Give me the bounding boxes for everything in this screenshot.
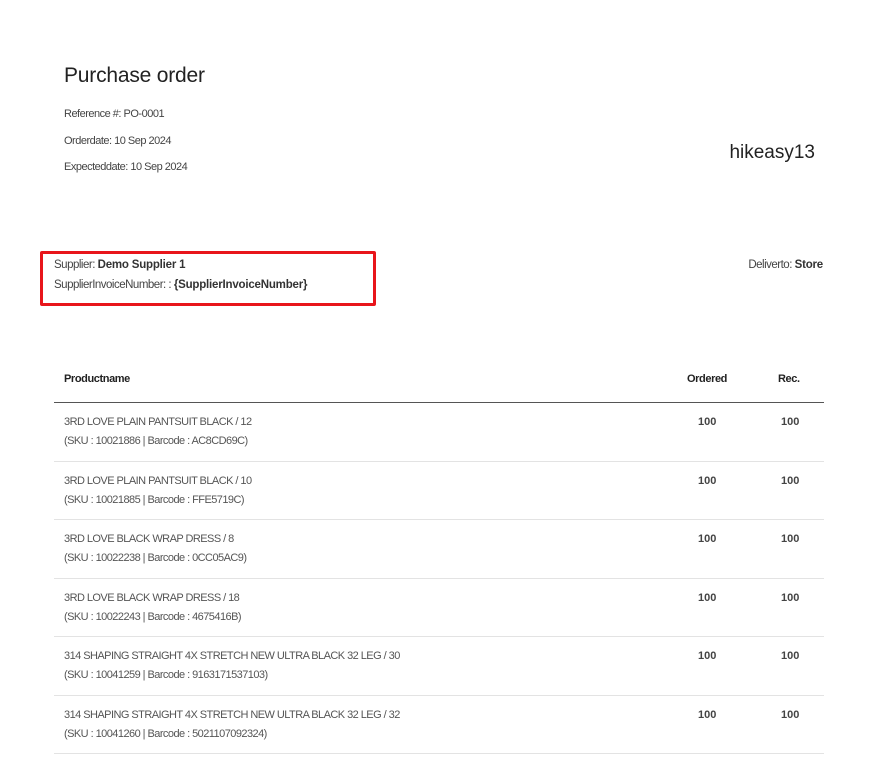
- supplier-invoice-value: {SupplierInvoiceNumber}: [173, 279, 308, 291]
- product-name: 3RD LOVE PLAIN PANTSUIT BLACK / 12: [64, 416, 252, 428]
- page-title: Purchase order: [64, 64, 205, 87]
- ordered-quantity: 100: [698, 416, 717, 428]
- supplier-name: Demo Supplier 1: [97, 259, 186, 271]
- supplier-invoice-label: SupplierInvoiceNumber: :: [54, 279, 172, 291]
- column-header-ordered: Ordered: [687, 373, 727, 385]
- product-name: 3RD LOVE PLAIN PANTSUIT BLACK / 10: [64, 474, 252, 487]
- product-sku: (SKU : 10041260 | Barcode : 502110709232…: [64, 727, 267, 740]
- order-date: Orderdate: 10 Sep 2024: [64, 135, 172, 147]
- received-quantity: 100: [781, 474, 800, 487]
- received-quantity: 100: [781, 708, 800, 721]
- ordered-quantity: 100: [698, 708, 717, 721]
- table-row: 3RD LOVE BLACK WRAP DRESS / 8 (SKU : 100…: [54, 520, 824, 579]
- supplier-invoice-info: SupplierInvoiceNumber: : {SupplierInvoic…: [54, 279, 307, 291]
- product-sku: (SKU : 10022238 | Barcode : 0CC05AC9): [64, 552, 247, 564]
- products-table: Productname Ordered Rec. 3RD LOVE PLAIN …: [54, 360, 824, 754]
- ordered-quantity: 100: [698, 533, 717, 545]
- deliver-to-info: Deliverto: Store: [748, 259, 823, 271]
- product-sku: (SKU : 10041259 | Barcode : 916317153710…: [64, 669, 268, 681]
- deliver-to-label: Deliverto:: [748, 259, 792, 271]
- table-row: 3RD LOVE PLAIN PANTSUIT BLACK / 12 (SKU …: [54, 403, 824, 462]
- reference-number: Reference #: PO-0001: [64, 108, 165, 120]
- product-name: 314 SHAPING STRAIGHT 4X STRETCH NEW ULTR…: [64, 708, 400, 721]
- product-name: 3RD LOVE BLACK WRAP DRESS / 8: [64, 533, 234, 545]
- ordered-quantity: 100: [698, 474, 717, 487]
- ordered-quantity: 100: [698, 650, 717, 662]
- column-header-productname: Productname: [64, 373, 130, 385]
- product-name: 3RD LOVE BLACK WRAP DRESS / 18: [64, 591, 240, 604]
- supplier-info: Supplier: Demo Supplier 1: [54, 259, 186, 271]
- table-header: Productname Ordered Rec.: [54, 360, 824, 403]
- table-row: 314 SHAPING STRAIGHT 4X STRETCH NEW ULTR…: [54, 696, 824, 754]
- received-quantity: 100: [781, 416, 800, 428]
- table-row: 3RD LOVE BLACK WRAP DRESS / 18 (SKU : 10…: [54, 579, 824, 637]
- table-row: 3RD LOVE PLAIN PANTSUIT BLACK / 10 (SKU …: [54, 462, 824, 520]
- product-sku: (SKU : 10022243 | Barcode : 4675416B): [64, 610, 242, 623]
- company-name: hikeasy13: [729, 142, 815, 163]
- table-row: 314 SHAPING STRAIGHT 4X STRETCH NEW ULTR…: [54, 637, 824, 696]
- product-name: 314 SHAPING STRAIGHT 4X STRETCH NEW ULTR…: [64, 650, 400, 662]
- product-sku: (SKU : 10021885 | Barcode : FFE5719C): [64, 493, 245, 506]
- received-quantity: 100: [781, 650, 800, 662]
- column-header-received: Rec.: [778, 373, 800, 385]
- expected-date: Expecteddate: 10 Sep 2024: [64, 161, 188, 173]
- received-quantity: 100: [781, 533, 800, 545]
- received-quantity: 100: [781, 591, 800, 604]
- ordered-quantity: 100: [698, 591, 717, 604]
- deliver-to-value: Store: [794, 259, 824, 271]
- product-sku: (SKU : 10021886 | Barcode : AC8CD69C): [64, 435, 248, 447]
- supplier-label: Supplier:: [54, 259, 95, 271]
